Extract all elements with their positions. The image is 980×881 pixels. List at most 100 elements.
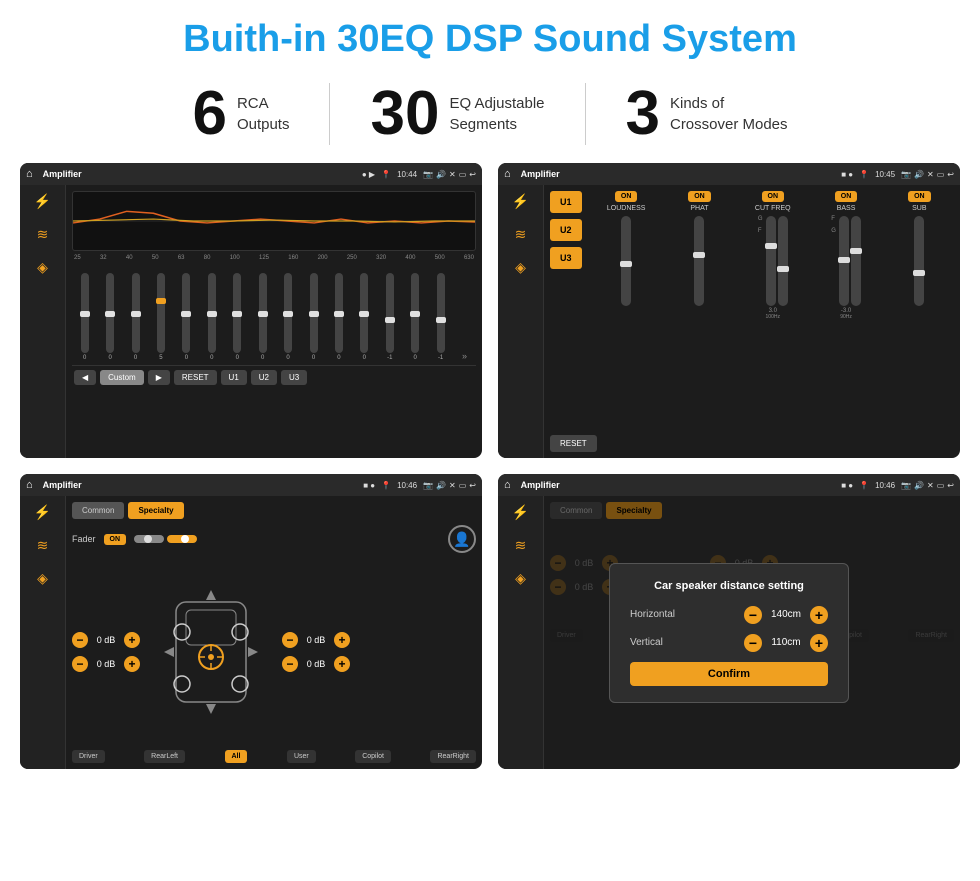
feature-text-rca: RCA Outputs (237, 93, 290, 135)
fader-minus-0[interactable]: − (72, 632, 88, 648)
eq-prev-btn[interactable]: ◀ (74, 370, 96, 385)
fader-status-icons: 📷🔊✕▭↩ (423, 481, 476, 490)
eq-expand-icon[interactable]: » (462, 351, 467, 361)
modal-vertical-plus[interactable]: + (810, 634, 828, 652)
eq-slider-3[interactable]: 5 (157, 273, 165, 361)
eq-slider-14[interactable]: -1 (437, 273, 445, 361)
crossover-content: ⚡ ≋ ◈ U1 U2 U3 ON LOUDNESS (498, 185, 960, 458)
eq-slider-4[interactable]: 0 (182, 273, 190, 361)
eq-slider-2[interactable]: 0 (132, 273, 140, 361)
eq-slider-10[interactable]: 0 (335, 273, 343, 361)
fader-tab-common[interactable]: Common (72, 502, 124, 519)
fader-plus-2[interactable]: + (334, 632, 350, 648)
u2-btn[interactable]: U2 (550, 219, 582, 241)
eq-dot-icons: ● ▶ (362, 170, 375, 179)
cutfreq-slider-f[interactable] (778, 216, 788, 306)
loudness-label: LOUDNESS (607, 205, 646, 212)
eq-slider-11[interactable]: 0 (360, 273, 368, 361)
eq-slider-0[interactable]: 0 (81, 273, 89, 361)
fader-right-vol: − 0 dB + − 0 dB + (282, 632, 350, 672)
fader-rearright-btn[interactable]: RearRight (430, 750, 476, 763)
feature-eq: 30 EQ Adjustable Segments (330, 83, 585, 145)
crossover-location-icon: 📍 (859, 170, 869, 179)
feature-text-crossover: Kinds of Crossover Modes (670, 93, 788, 135)
fader-minus-3[interactable]: − (282, 656, 298, 672)
phat-toggle[interactable]: ON (688, 191, 711, 202)
fader-minus-2[interactable]: − (282, 632, 298, 648)
modal-vertical-minus[interactable]: − (744, 634, 762, 652)
eq-u3-btn[interactable]: U3 (281, 370, 307, 385)
fader-plus-3[interactable]: + (334, 656, 350, 672)
eq-slider-6[interactable]: 0 (233, 273, 241, 361)
cutfreq-slider-g[interactable] (766, 216, 776, 306)
crossover-vol-icon[interactable]: ◈ (515, 259, 526, 276)
cutfreq-toggle[interactable]: ON (762, 191, 785, 202)
eq-slider-12[interactable]: -1 (386, 273, 394, 361)
fader-tabs: Common Specialty (72, 502, 476, 519)
phat-slider[interactable] (694, 216, 704, 306)
eq-wave-icon[interactable]: ≋ (37, 226, 49, 243)
eq-reset-btn[interactable]: RESET (174, 370, 217, 385)
bass-slider-g[interactable] (851, 216, 861, 306)
eq-slider-8[interactable]: 0 (284, 273, 292, 361)
eq-slider-1[interactable]: 0 (106, 273, 114, 361)
eq-status-bar: ⌂ Amplifier ● ▶ 📍 10:44 📷🔊✕▭↩ (20, 163, 482, 185)
modal-vertical-control: − 110cm + (744, 634, 828, 652)
sub-label: SUB (912, 205, 926, 212)
eq-slider-13[interactable]: 0 (411, 273, 419, 361)
fader-filter-icon[interactable]: ⚡ (34, 504, 51, 521)
modal-horizontal-minus[interactable]: − (744, 606, 762, 624)
modal-horizontal-value: 140cm (766, 609, 806, 620)
sub-slider[interactable] (914, 216, 924, 306)
modal-horizontal-control: − 140cm + (744, 606, 828, 624)
fader-tab-specialty[interactable]: Specialty (128, 502, 183, 519)
fader-wave-icon[interactable]: ≋ (37, 537, 49, 554)
fader-vol-icon[interactable]: ◈ (37, 570, 48, 587)
fader-profile-icon[interactable]: 👤 (448, 525, 476, 553)
fader-screen-title: Amplifier (43, 480, 358, 490)
fader-toggle[interactable]: ON (104, 534, 127, 545)
fader-copilot-btn[interactable]: Copilot (355, 750, 391, 763)
fader-location-icon: 📍 (381, 481, 391, 490)
crossover-reset-btn[interactable]: RESET (550, 435, 597, 452)
fader-user-btn[interactable]: User (287, 750, 316, 763)
modal-confirm-button[interactable]: Confirm (630, 662, 828, 686)
fader-plus-0[interactable]: + (124, 632, 140, 648)
bass-toggle[interactable]: ON (835, 191, 858, 202)
bass-slider-f[interactable] (839, 216, 849, 306)
u3-btn[interactable]: U3 (550, 247, 582, 269)
sub-toggle[interactable]: ON (908, 191, 931, 202)
crossover-bass: ON BASS FG (811, 191, 880, 427)
dialog-time: 10:46 (875, 481, 895, 490)
crossover-filter-icon[interactable]: ⚡ (512, 193, 529, 210)
fader-rearleft-btn[interactable]: RearLeft (144, 750, 185, 763)
eq-status-icons: 📷🔊✕▭↩ (423, 170, 476, 179)
modal-horizontal-plus[interactable]: + (810, 606, 828, 624)
eq-custom-btn[interactable]: Custom (100, 370, 144, 385)
eq-slider-5[interactable]: 0 (208, 273, 216, 361)
u1-btn[interactable]: U1 (550, 191, 582, 213)
crossover-sections: ON LOUDNESS ON PHAT (592, 191, 954, 427)
eq-vol-icon[interactable]: ◈ (37, 259, 48, 276)
eq-u2-btn[interactable]: U2 (251, 370, 277, 385)
crossover-sub: ON SUB (885, 191, 954, 427)
fader-sidebar: ⚡ ≋ ◈ (20, 496, 66, 769)
loudness-toggle[interactable]: ON (615, 191, 638, 202)
eq-play-btn[interactable]: ▶ (148, 370, 170, 385)
feature-rca: 6 RCA Outputs (152, 83, 330, 145)
loudness-slider[interactable] (621, 216, 631, 306)
eq-screen-title: Amplifier (43, 169, 356, 179)
eq-slider-9[interactable]: 0 (310, 273, 318, 361)
fader-driver-btn[interactable]: Driver (72, 750, 105, 763)
eq-u1-btn[interactable]: U1 (221, 370, 247, 385)
features-row: 6 RCA Outputs 30 EQ Adjustable Segments … (0, 75, 980, 163)
fader-all-btn[interactable]: All (225, 750, 248, 763)
fader-plus-1[interactable]: + (124, 656, 140, 672)
home-icon: ⌂ (26, 168, 33, 180)
eq-filter-icon[interactable]: ⚡ (34, 193, 51, 210)
eq-slider-7[interactable]: 0 (259, 273, 267, 361)
fader-minus-1[interactable]: − (72, 656, 88, 672)
modal-horizontal-row: Horizontal − 140cm + (630, 606, 828, 624)
crossover-main: U1 U2 U3 ON LOUDNESS (544, 185, 960, 458)
crossover-wave-icon[interactable]: ≋ (515, 226, 527, 243)
